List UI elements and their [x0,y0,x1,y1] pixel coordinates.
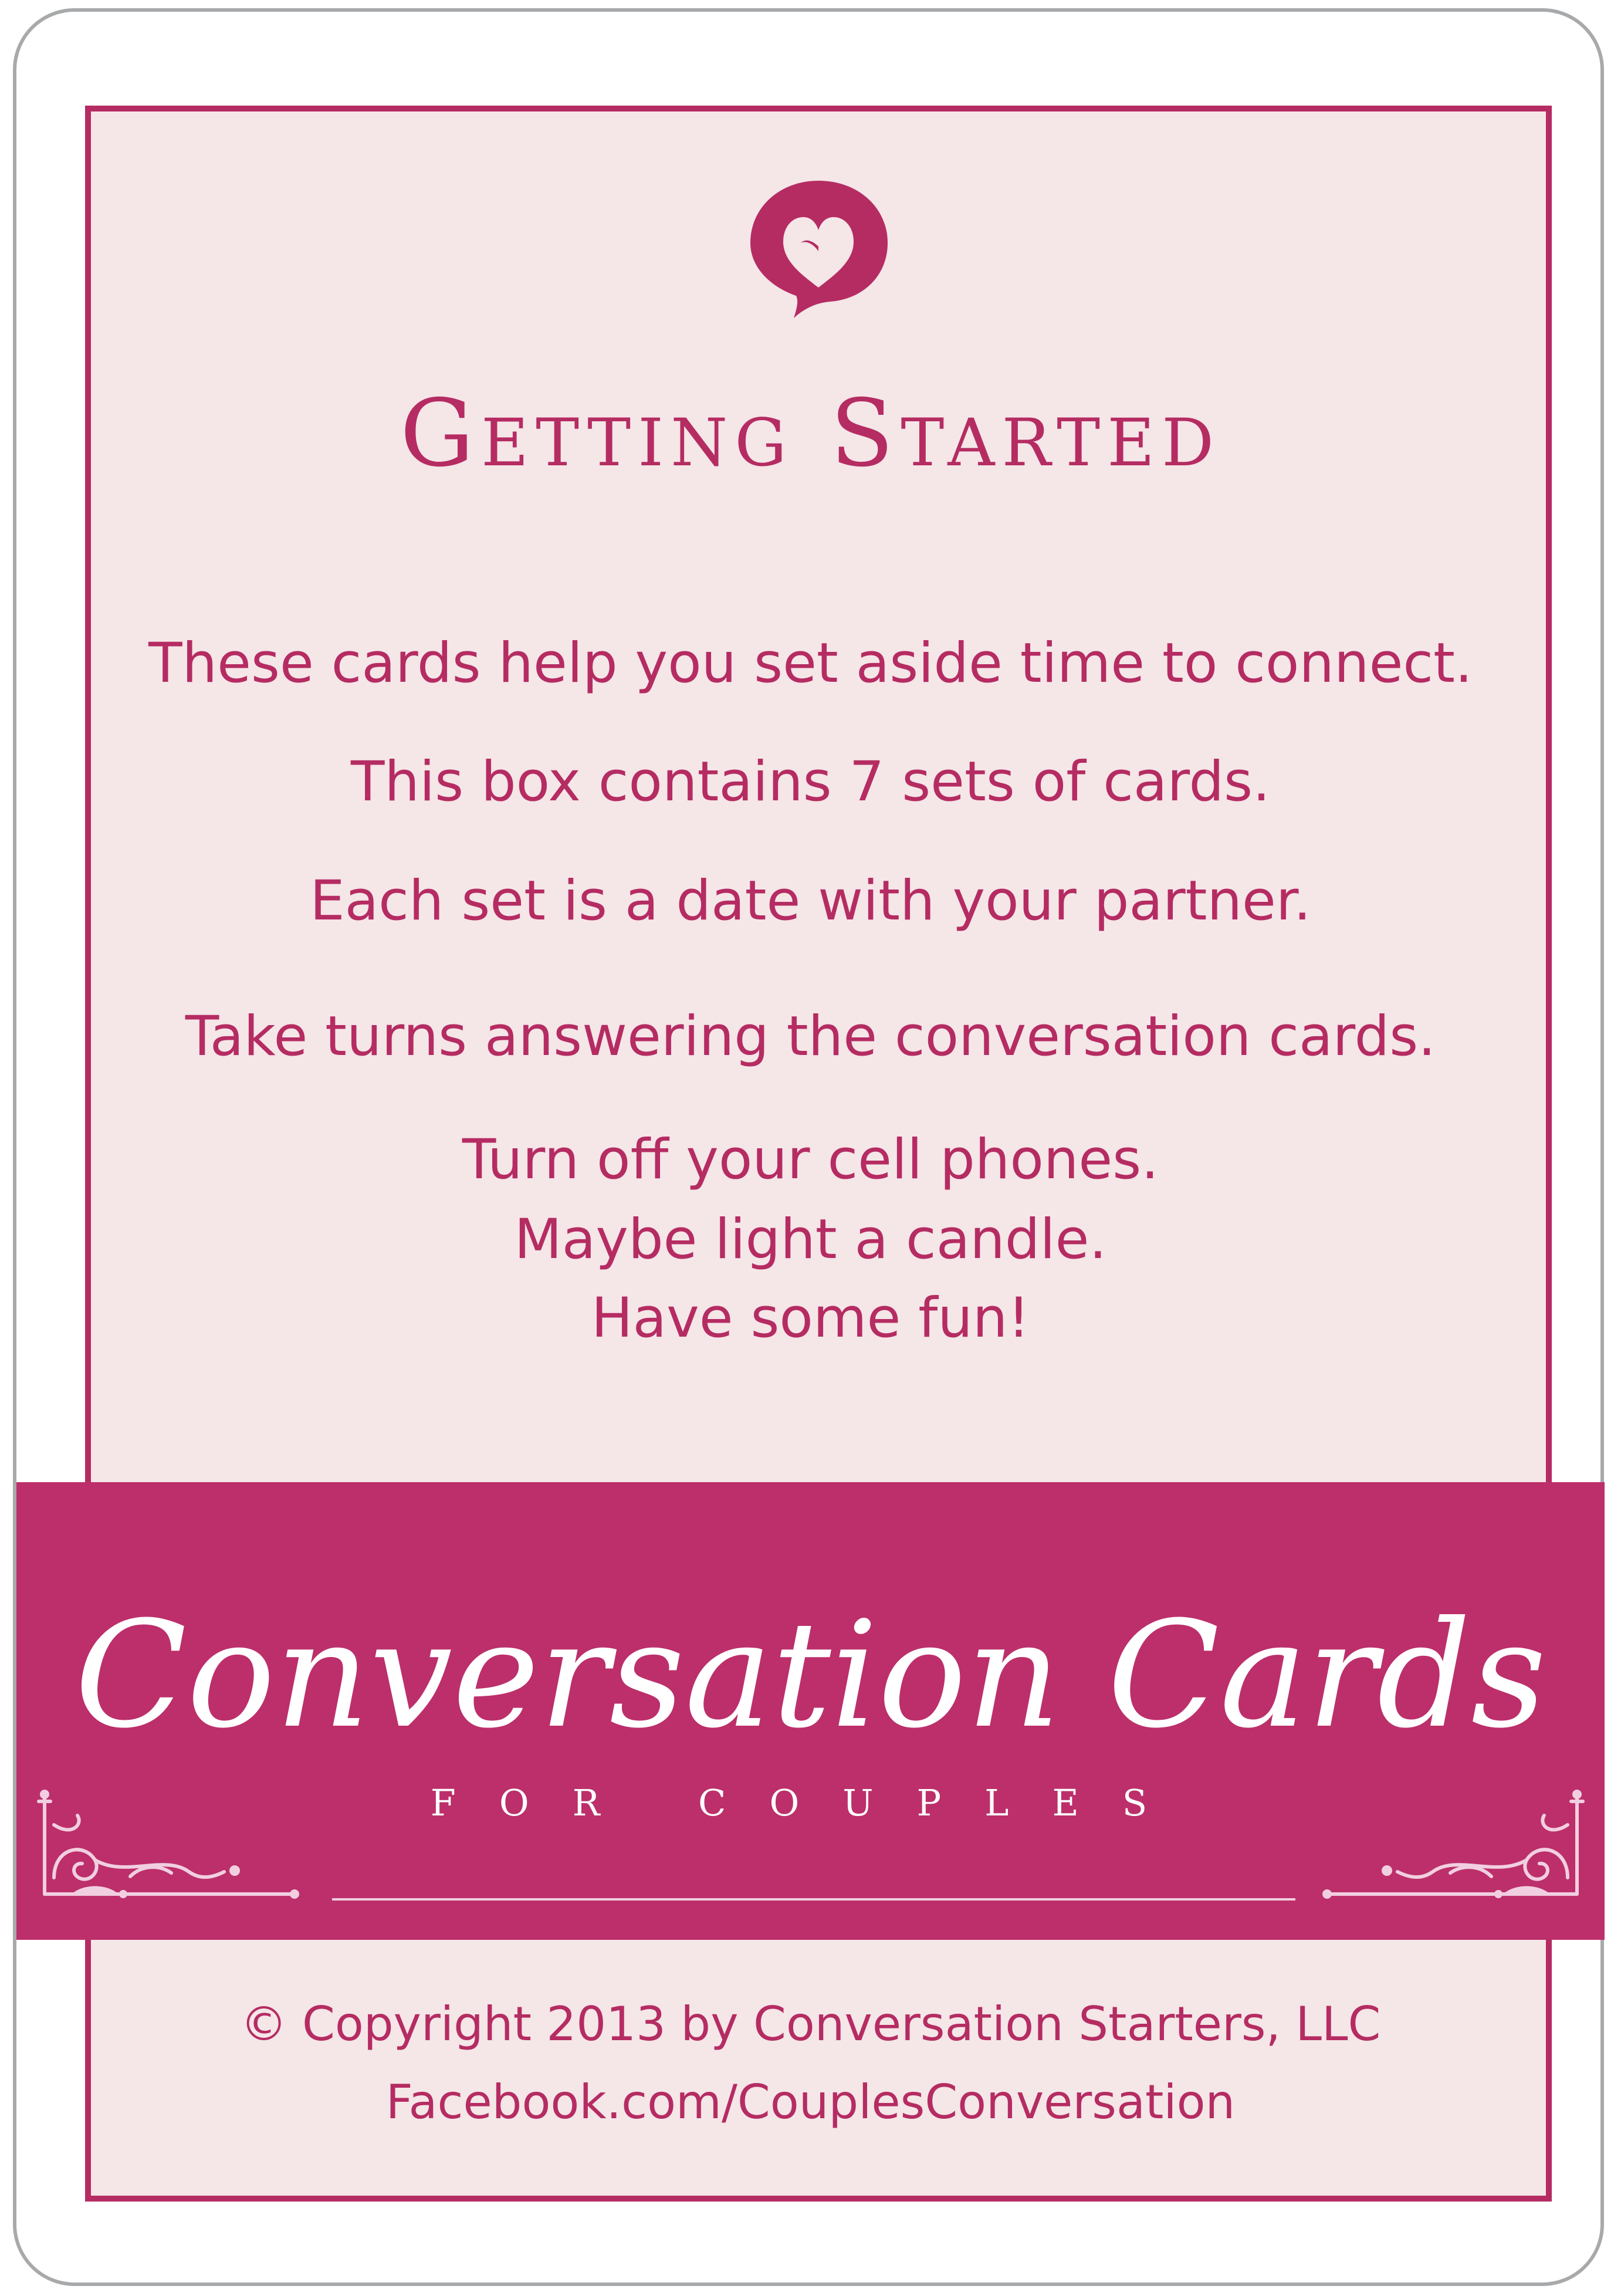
card-page: Getting Started These cards help you set… [0,0,1621,2296]
closing-line-1: Turn off your cell phones. [462,1128,1159,1192]
card-title: Getting Started [400,380,1221,488]
copyright-text: © Copyright 2013 by Conversation Starter… [240,1997,1381,2051]
flourish-ornament-icon [37,1790,299,1899]
intro-line-2: This box contains 7 sets of cards. [350,750,1271,814]
closing-line-2: Maybe light a candle. [514,1208,1107,1272]
brand-name: Conversation Cards [75,1590,1546,1760]
intro-line-4: Take turns answering the conversation ca… [185,1005,1436,1068]
heart-speech-bubble-icon [750,181,888,318]
band-divider [332,1898,1295,1901]
flourish-ornament-icon [1322,1790,1585,1899]
intro-line-3: Each set is a date with your partner. [310,869,1311,933]
intro-line-1: These cards help you set aside time to c… [148,631,1473,695]
facebook-link[interactable]: Facebook.com/CouplesConversation [0,2079,1621,2126]
closing-line-3: Have some fun! [591,1286,1030,1350]
